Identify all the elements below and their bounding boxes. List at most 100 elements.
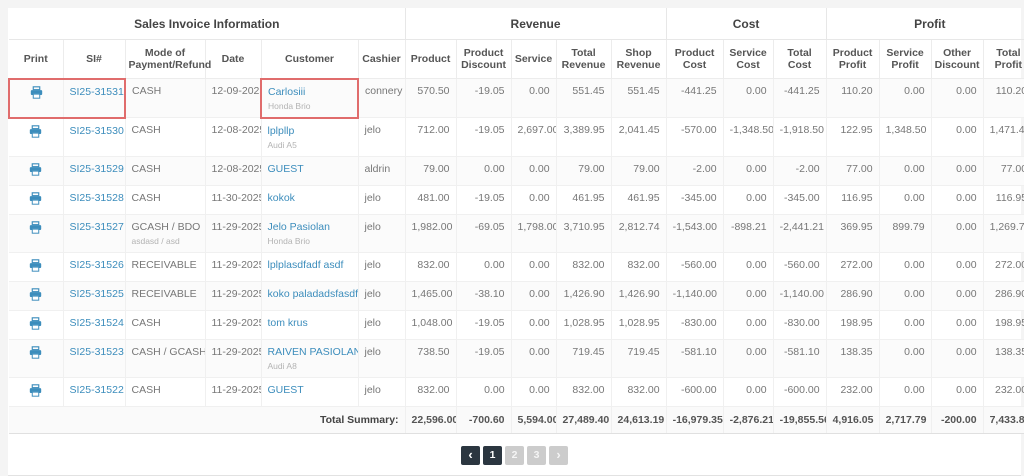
value-cell-shop-revenue: 2,812.74: [610, 213, 667, 253]
col-header-mode-of-payment-refund: Mode of Payment/Refund: [124, 39, 211, 79]
date-cell: 11-29-2025: [204, 213, 262, 253]
print-button[interactable]: [29, 220, 42, 237]
customer-link[interactable]: GUEST: [268, 384, 304, 396]
customer-cell: koko paladadsfasdf: [260, 280, 359, 311]
print-button[interactable]: [29, 383, 42, 400]
col-header-total-revenue: Total Revenue: [555, 39, 612, 79]
value-cell-service: 1,798.00: [510, 213, 557, 253]
value-cell-product-profit: 286.90: [825, 280, 880, 311]
value-cell-total-revenue: 79.00: [555, 155, 612, 186]
mode-cell: CASH / GCASH: [124, 338, 206, 378]
value-cell-product-discount: 0.00: [455, 155, 512, 186]
mode-cell: CASH: [124, 309, 206, 340]
customer-link[interactable]: GUEST: [268, 163, 304, 175]
si-link[interactable]: SI25-31526: [70, 259, 124, 271]
si-link[interactable]: SI25-31525: [70, 288, 124, 300]
col-header-other-discount: Other Discount: [930, 39, 984, 79]
summary-product-cost: -16,979.35: [665, 405, 724, 434]
invoice-row: SI25-31528 CASH 11-30-2025 kokok jelo 481.00-…: [9, 184, 1024, 215]
print-cell: [9, 280, 64, 311]
print-button[interactable]: [29, 162, 42, 179]
mode-label: RECEIVABLE: [131, 258, 197, 271]
value-cell-other-discount: 0.00: [930, 338, 984, 378]
summary-service: 5,594.00: [510, 405, 557, 434]
si-link[interactable]: SI25-31527: [70, 221, 124, 233]
sales-invoice-table: Sales Invoice Information Revenue Cost Prof…: [8, 8, 1024, 434]
customer-link[interactable]: Jelo Pasiolan: [268, 221, 330, 233]
customer-link[interactable]: lplpllp: [268, 125, 295, 137]
invoice-row: SI25-31525 RECEIVABLE 11-29-2025 koko palad…: [9, 280, 1024, 311]
customer-link[interactable]: kokok: [268, 192, 295, 204]
pagination-page-3[interactable]: 3: [527, 445, 546, 465]
group-header-row: Sales Invoice Information Revenue Cost Prof…: [9, 8, 1024, 40]
customer-link[interactable]: Carlosiii: [268, 86, 305, 98]
value-cell-product: 1,048.00: [404, 309, 457, 340]
col-header-product-discount: Product Discount: [455, 39, 512, 79]
col-header-si: SI#: [62, 39, 126, 79]
print-button[interactable]: [29, 124, 42, 141]
customer-cell: tom krus: [260, 309, 359, 340]
value-cell-service: 0.00: [510, 78, 557, 118]
si-link[interactable]: SI25-31531: [70, 86, 124, 98]
si-link[interactable]: SI25-31522: [70, 384, 124, 396]
value-cell-total-profit: 110.20: [982, 78, 1024, 118]
invoice-row: SI25-31527 GCASH / BDO asdasd / asd 11-29-2…: [9, 213, 1024, 253]
si-link[interactable]: SI25-31530: [70, 125, 124, 137]
pagination-next-button[interactable]: ›: [549, 445, 568, 465]
value-cell-total-profit: 1,269.74: [982, 213, 1024, 253]
si-cell: SI25-31529: [62, 155, 126, 186]
customer-cell: Carlosiii Honda Brio: [260, 77, 359, 119]
print-button[interactable]: [29, 316, 42, 333]
pagination-prev-button[interactable]: ‹: [461, 445, 480, 465]
value-cell-service: 0.00: [510, 338, 557, 378]
value-cell-service-profit: 0.00: [878, 155, 932, 186]
value-cell-total-revenue: 3,389.95: [555, 117, 612, 157]
value-cell-service: 0.00: [510, 251, 557, 282]
printer-icon: [30, 85, 42, 99]
value-cell-total-revenue: 832.00: [555, 376, 612, 407]
cashier-cell: aldrin: [357, 155, 406, 186]
print-button[interactable]: [29, 258, 42, 275]
customer-link[interactable]: tom krus: [268, 317, 308, 329]
customer-link[interactable]: koko paladadsfasdf: [268, 288, 358, 300]
value-cell-service-cost: -898.21: [722, 213, 774, 253]
invoice-row: SI25-31531 CASH 12-09-2025 Carlosiii Honda B…: [8, 77, 1024, 119]
si-cell: SI25-31522: [62, 376, 126, 407]
value-cell-product-profit: 369.95: [825, 213, 880, 253]
col-header-customer: Customer: [260, 39, 359, 79]
value-cell-other-discount: 0.00: [930, 78, 984, 118]
si-link[interactable]: SI25-31524: [70, 317, 124, 329]
invoice-row: SI25-31529 CASH 12-08-2025 GUEST aldrin 79.00…: [9, 155, 1024, 186]
print-cell: [9, 155, 64, 186]
si-link[interactable]: SI25-31523: [70, 346, 124, 358]
vehicle-label: Audi A8: [267, 360, 297, 371]
value-cell-other-discount: 0.00: [930, 213, 984, 253]
value-cell-shop-revenue: 79.00: [610, 155, 667, 186]
value-cell-service-cost: 0.00: [722, 338, 774, 378]
pagination-page-2[interactable]: 2: [505, 445, 524, 465]
pagination-page-1[interactable]: 1: [483, 445, 502, 465]
print-button[interactable]: [29, 191, 42, 208]
customer-link[interactable]: lplplasdfadf asdf: [268, 259, 344, 271]
print-cell: [9, 213, 64, 253]
value-cell-total-revenue: 461.95: [555, 184, 612, 215]
value-cell-service-cost: 0.00: [722, 251, 774, 282]
si-link[interactable]: SI25-31529: [70, 163, 124, 175]
printer-icon: [30, 162, 42, 176]
value-cell-product-profit: 110.20: [825, 78, 880, 118]
chevron-left-icon: ‹: [468, 447, 473, 462]
customer-link[interactable]: RAIVEN PASIOLAN: [268, 346, 358, 358]
value-cell-total-cost: -1,918.50: [772, 117, 827, 157]
print-button[interactable]: [30, 85, 43, 102]
value-cell-total-profit: 286.90: [982, 280, 1024, 311]
value-cell-product-cost: -345.00: [665, 184, 724, 215]
print-button[interactable]: [29, 287, 42, 304]
print-button[interactable]: [29, 345, 42, 362]
mode-sub-label: asdasd / asd: [131, 235, 180, 246]
si-link[interactable]: SI25-31528: [70, 192, 124, 204]
printer-icon: [30, 258, 42, 272]
invoice-rows: SI25-31531 CASH 12-09-2025 Carlosiii Honda B…: [8, 77, 1024, 407]
mode-label: CASH: [131, 316, 161, 329]
cashier-cell: jelo: [357, 376, 406, 407]
mode-label: GCASH / BDO: [131, 220, 201, 233]
